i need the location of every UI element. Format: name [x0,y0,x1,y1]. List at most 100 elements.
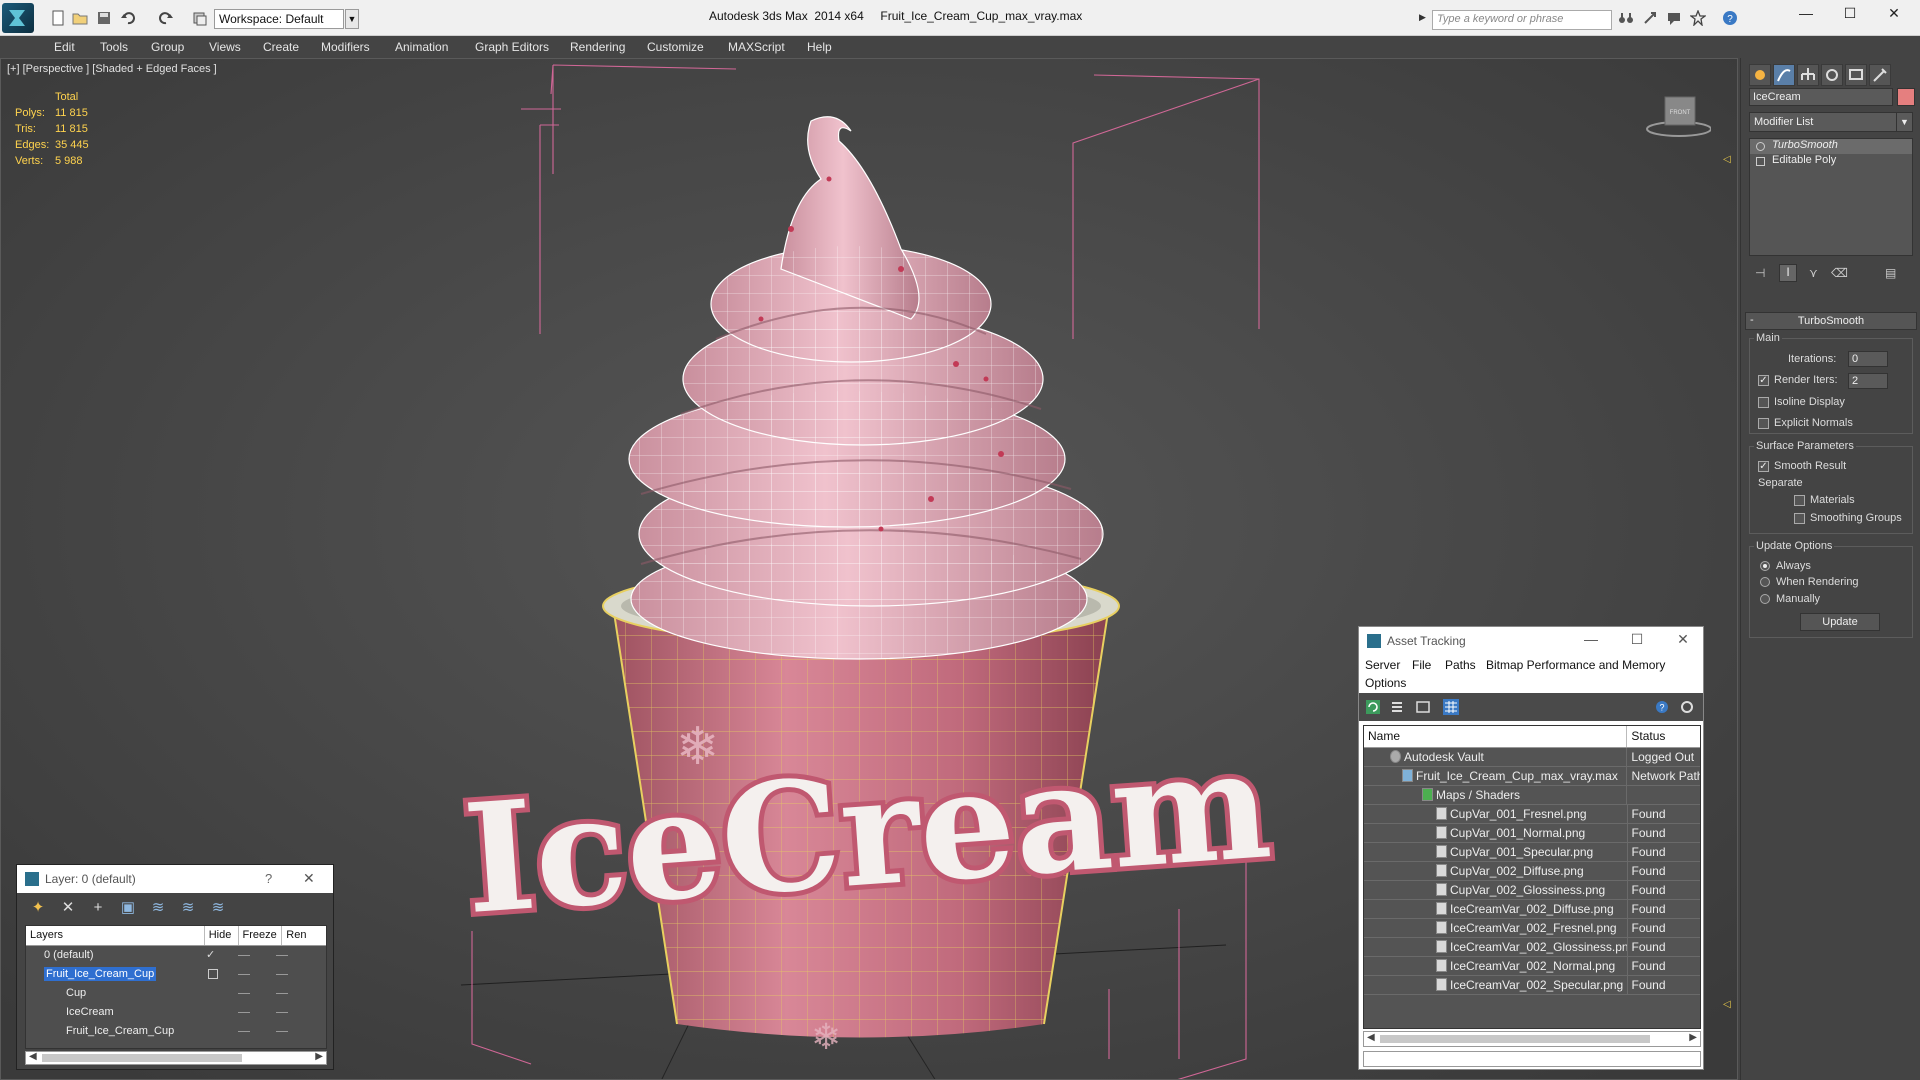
show-end-result-icon[interactable]: I [1779,264,1797,282]
table-row[interactable]: CupVar_001_Normal.png Found [1364,824,1700,843]
object-row[interactable]: Fruit_Ice_Cream_Cup [26,1022,326,1041]
scrollbar-thumb[interactable] [1380,1035,1650,1043]
communication-icon[interactable] [1666,10,1682,26]
render-iters-spinner[interactable]: 2 [1848,373,1888,389]
menu-maxscript[interactable]: MAXScript [728,40,785,54]
expand-plus-icon[interactable] [1756,157,1765,166]
column-hide[interactable]: Hide [205,926,239,945]
object-row[interactable]: Cup [26,984,326,1003]
menu-file[interactable]: File [1412,658,1431,672]
materials-checkbox[interactable] [1794,495,1805,506]
menu-create[interactable]: Create [263,40,299,54]
menu-help[interactable]: Help [807,40,832,54]
modifier-stack[interactable]: TurboSmooth Editable Poly [1749,138,1913,256]
column-layers[interactable]: Layers [26,926,205,945]
menu-edit[interactable]: Edit [54,40,75,54]
asset-table[interactable]: Name Status Autodesk Vault Logged Out Fru… [1363,725,1701,1029]
motion-tab-icon[interactable] [1821,64,1843,86]
table-row[interactable]: IceCreamVar_002_Specular.png Found [1364,976,1700,995]
minimize-button[interactable]: — [1794,5,1818,25]
hide-all-icon[interactable]: ≋ [179,899,197,917]
object-color-swatch[interactable] [1897,88,1915,106]
table-row[interactable]: CupVar_001_Specular.png Found [1364,843,1700,862]
stack-item-turbosmooth[interactable]: TurboSmooth [1750,139,1912,154]
table-view-icon[interactable] [1443,699,1459,715]
configure-sets-icon[interactable]: ▤ [1885,266,1896,280]
close-button[interactable]: ✕ [1673,631,1693,651]
help-icon[interactable]: ? [1654,699,1670,715]
stack-item-editable-poly[interactable]: Editable Poly [1750,154,1912,169]
table-row[interactable]: CupVar_002_Diffuse.png Found [1364,862,1700,881]
menu-animation[interactable]: Animation [395,40,448,54]
menu-graph-editors[interactable]: Graph Editors [475,40,549,54]
turbosmooth-rollout-header[interactable]: - TurboSmooth [1745,312,1917,330]
when-rendering-radio[interactable] [1760,577,1770,587]
always-radio[interactable] [1760,561,1770,571]
help-icon[interactable]: ? [1722,10,1738,26]
asset-tracking-titlebar[interactable]: Asset Tracking — ☐ ✕ [1359,627,1703,655]
table-row[interactable]: IceCreamVar_002_Fresnel.png Found [1364,919,1700,938]
panel-collapse-icon[interactable]: ◁ [1723,999,1731,1010]
pin-stack-icon[interactable]: ⊣ [1755,266,1765,280]
menu-bitmap-performance[interactable]: Bitmap Performance and Memory [1486,658,1665,672]
smooth-result-checkbox[interactable]: ✓ [1758,461,1769,472]
modify-tab-icon[interactable] [1773,64,1795,86]
set-active-box-icon[interactable] [208,969,218,979]
subscription-icon[interactable] [1642,10,1658,26]
object-name-field[interactable]: IceCream [1749,88,1893,106]
lightbulb-icon[interactable] [1756,142,1765,151]
add-selection-icon[interactable]: + [89,899,107,917]
viewcube-icon[interactable]: FRONT [1641,89,1711,139]
new-file-icon[interactable] [50,10,66,26]
horizontal-scrollbar[interactable]: ◀ ▶ [1363,1031,1701,1047]
collapse-minus-icon[interactable]: - [1750,314,1754,326]
undo-icon[interactable] [120,10,136,26]
list-view-icon[interactable] [1389,699,1405,715]
column-freeze[interactable]: Freeze [239,926,283,945]
isoline-display-checkbox[interactable] [1758,397,1769,408]
column-render[interactable]: Ren [282,926,326,945]
workspace-select[interactable]: Workspace: Default [214,9,344,29]
remove-modifier-icon[interactable]: ⌫ [1831,266,1848,280]
scroll-right-icon[interactable]: ▶ [1689,1032,1697,1043]
hierarchy-tab-icon[interactable] [1797,64,1819,86]
scrollbar-thumb[interactable] [42,1054,242,1062]
render-iters-checkbox[interactable]: ✓ [1758,375,1769,386]
new-layer-icon[interactable]: ✦ [29,899,47,917]
table-row[interactable]: CupVar_002_Glossiness.png Found [1364,881,1700,900]
layer-table[interactable]: Layers Hide Freeze Ren 0 (default) ✓ Fru… [25,925,327,1049]
horizontal-scrollbar[interactable]: ◀ ▶ [25,1051,327,1065]
iterations-spinner[interactable]: 0 [1848,351,1888,367]
menu-modifiers[interactable]: Modifiers [321,40,370,54]
menu-group[interactable]: Group [151,40,184,54]
favorites-star-icon[interactable] [1690,10,1706,26]
menu-paths[interactable]: Paths [1445,658,1476,672]
close-button[interactable]: ✕ [303,870,315,887]
refresh-icon[interactable] [1365,699,1381,715]
layer-row[interactable]: 0 (default) ✓ [26,946,326,965]
column-status[interactable]: Status [1627,726,1700,747]
manually-radio[interactable] [1760,594,1770,604]
select-objects-icon[interactable]: ▣ [119,899,137,917]
viewport-label[interactable]: [+] [Perspective ] [Shaded + Edged Faces… [7,63,217,75]
table-row[interactable]: Maps / Shaders [1364,786,1700,805]
freeze-all-icon[interactable]: ≋ [209,899,227,917]
help-button[interactable]: ? [265,871,272,886]
maximize-button[interactable]: ☐ [1838,5,1862,25]
object-row[interactable]: IceCream [26,1003,326,1022]
hold-icon[interactable] [192,10,208,26]
scroll-right-icon[interactable]: ▶ [315,1051,323,1062]
active-layer-check-icon[interactable]: ✓ [206,948,215,961]
menu-customize[interactable]: Customize [647,40,704,54]
column-name[interactable]: Name [1364,726,1628,747]
panel-collapse-icon[interactable]: ◁ [1723,154,1731,165]
search-input[interactable]: Type a keyword or phrase [1432,10,1612,30]
table-row[interactable]: IceCreamVar_002_Diffuse.png Found [1364,900,1700,919]
maximize-button[interactable]: ☐ [1627,631,1647,651]
menu-views[interactable]: Views [209,40,241,54]
asset-path-field[interactable] [1363,1051,1701,1067]
menu-rendering[interactable]: Rendering [570,40,625,54]
table-row[interactable]: Autodesk Vault Logged Out [1364,748,1700,767]
layer-explorer-titlebar[interactable]: Layer: 0 (default) ? ✕ [17,865,333,893]
make-unique-icon[interactable]: ⋎ [1809,266,1818,280]
